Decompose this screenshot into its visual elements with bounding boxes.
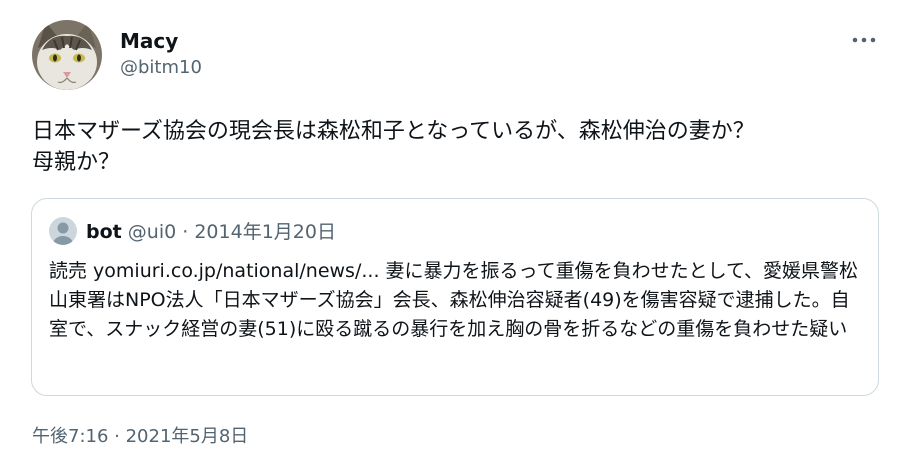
timestamp-date[interactable]: 2021年5月8日 bbox=[126, 426, 249, 447]
default-user-avatar-icon bbox=[49, 217, 77, 245]
cat-avatar-icon bbox=[32, 20, 102, 90]
author-handle[interactable]: @bitm10 bbox=[120, 56, 202, 80]
quoted-header: bot @ui0 · 2014年1月20日 bbox=[86, 219, 336, 245]
tweet-text: 日本マザーズ協会の現会長は森松和子となっているが、森松伸治の妻か？ 母親か？ bbox=[32, 119, 755, 175]
author-name[interactable]: Macy bbox=[120, 28, 202, 54]
tweet-timestamp[interactable]: 午後7:16 · 2021年5月8日 bbox=[32, 424, 248, 450]
quoted-tweet[interactable]: bot @ui0 · 2014年1月20日 読売 yomiuri.co.jp/n… bbox=[31, 198, 879, 396]
quoted-author-avatar[interactable] bbox=[49, 217, 77, 245]
timestamp-time[interactable]: 午後7:16 bbox=[32, 426, 108, 447]
quoted-separator: · bbox=[176, 221, 195, 243]
quoted-author-name[interactable]: bot bbox=[86, 221, 122, 243]
author-info[interactable]: Macy @bitm10 bbox=[120, 28, 202, 80]
quoted-author-handle[interactable]: @ui0 bbox=[128, 221, 176, 243]
tweet-card: Macy @bitm10 日本マザーズ協会の現会長は森松和子となっているが、森松… bbox=[0, 0, 907, 471]
timestamp-separator: · bbox=[108, 426, 126, 447]
more-horizontal-icon bbox=[852, 37, 876, 43]
more-options-button[interactable] bbox=[844, 26, 884, 54]
quoted-date[interactable]: 2014年1月20日 bbox=[194, 221, 336, 243]
quoted-text: 読売 yomiuri.co.jp/national/news/... 妻に暴力を… bbox=[49, 260, 859, 340]
author-avatar[interactable] bbox=[32, 20, 102, 90]
